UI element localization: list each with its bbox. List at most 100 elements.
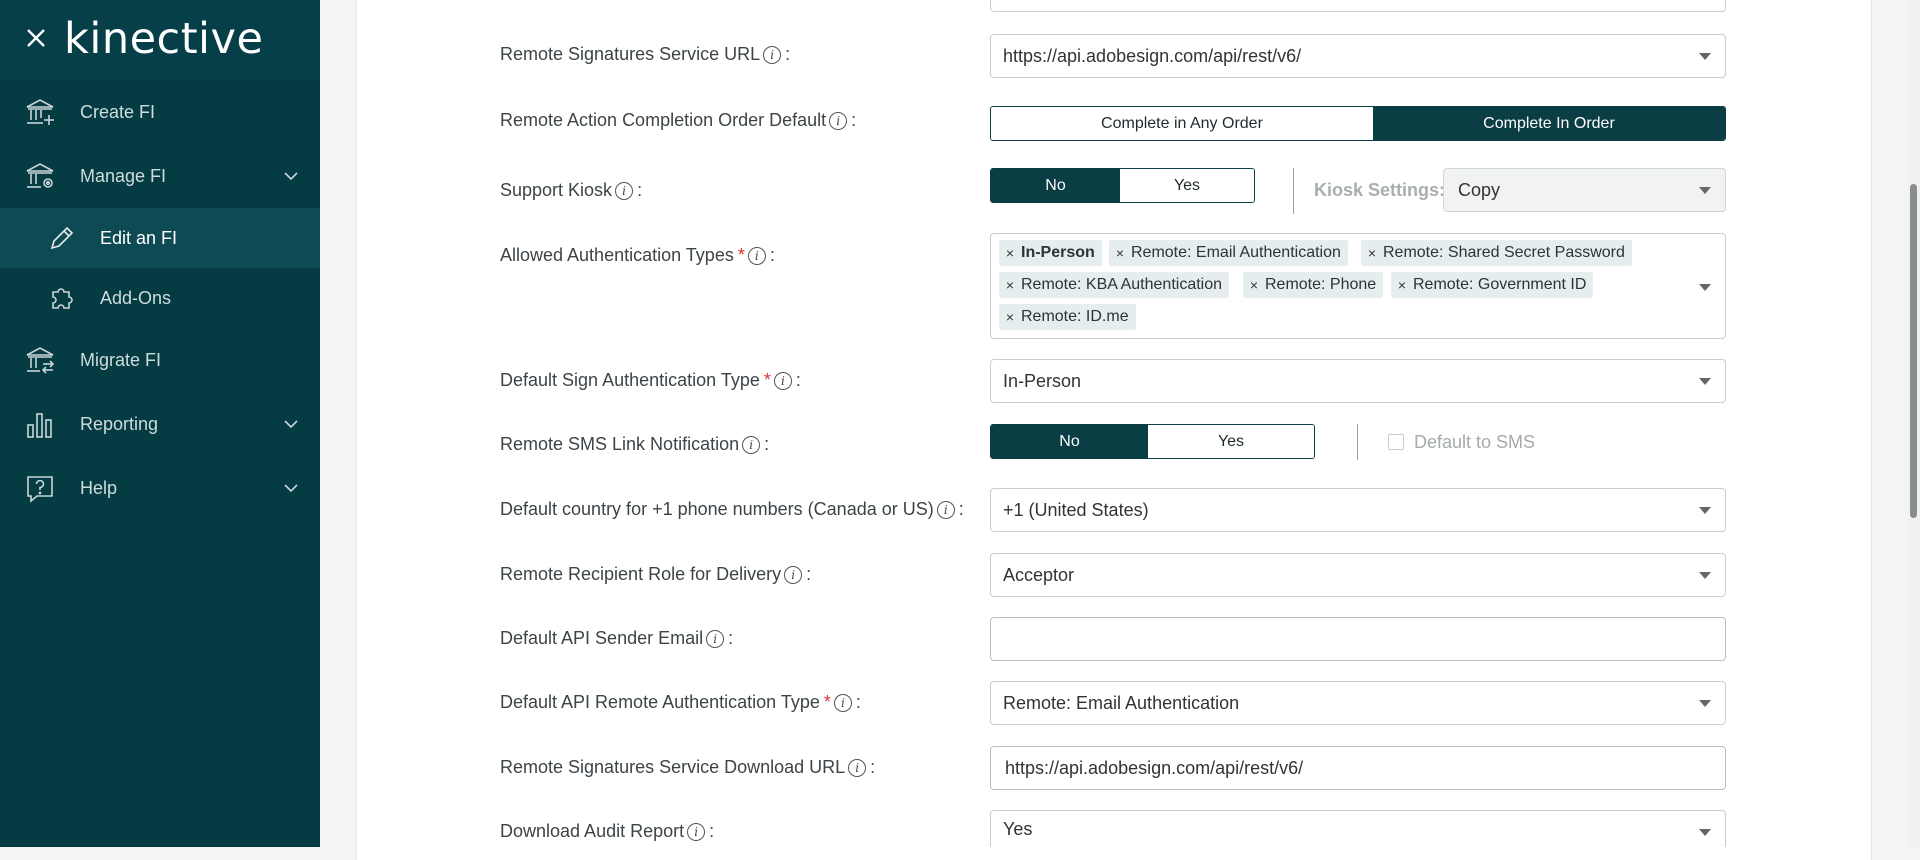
help-bubble-icon [27,476,53,503]
remove-tag-icon[interactable]: × [999,277,1021,293]
info-icon[interactable]: i [763,45,782,64]
bank-gear-icon [26,163,54,188]
sidebar: kinective Create FI Manage FI Edit an FI… [0,0,320,847]
info-icon[interactable]: i [706,629,725,648]
app-logo[interactable]: kinective [64,14,263,64]
field-label-remote-signatures-download-url: Remote Signatures Service Download URL i… [500,757,876,777]
chevron-down-icon [284,484,298,493]
default-api-remote-auth-type-select[interactable]: Remote: Email Authentication [990,681,1726,725]
pencil-icon [50,226,74,250]
field-label-default-api-remote-auth-type: Default API Remote Authentication Type *… [500,692,861,712]
sidebar-item-add-ons[interactable]: Add-Ons [0,268,320,328]
select-value: Copy [1458,179,1501,200]
info-icon[interactable]: i [742,435,761,454]
complete-in-order-option[interactable]: Complete In Order [1372,107,1725,140]
tag-label: Remote: ID.me [1021,308,1129,325]
select-value: Remote: Email Authentication [1003,692,1240,713]
default-api-sender-email-input[interactable] [990,617,1726,661]
remote-sms-yes-option[interactable]: Yes [1148,425,1314,458]
support-kiosk-toggle: No Yes [990,168,1255,203]
remove-tag-icon[interactable]: × [1391,277,1413,293]
remote-signatures-service-url-select[interactable]: https://api.adobesign.com/api/rest/v6/ [990,34,1726,78]
remove-tag-icon[interactable]: × [1243,277,1265,293]
remove-tag-icon[interactable]: × [1361,245,1383,261]
support-kiosk-no-option[interactable]: No [991,169,1121,202]
field-label-support-kiosk: Support Kiosk i: [500,180,643,200]
sidebar-item-edit-fi[interactable]: Edit an FI [0,208,320,268]
complete-any-order-option[interactable]: Complete in Any Order [991,107,1373,140]
default-to-sms-label: Default to SMS [1414,432,1536,452]
caret-down-icon [1699,284,1711,291]
completion-order-toggle: Complete in Any Order Complete In Order [990,106,1726,141]
bar-chart-icon [27,413,52,438]
info-icon[interactable]: i [747,246,766,265]
field-label-remote-action-completion-order: Remote Action Completion Order Default i… [500,110,857,130]
remote-sms-no-option[interactable]: No [991,425,1149,458]
label-text: Default country for +1 phone numbers (Ca… [500,499,934,519]
required-marker: * [763,370,771,390]
sidebar-item-label: Migrate FI [80,349,162,370]
scrollbar-thumb[interactable] [1910,184,1917,518]
tag-label: Remote: Phone [1265,276,1377,293]
remove-tag-icon[interactable]: × [999,309,1021,325]
sidebar-item-label: Manage FI [80,165,167,186]
clipped-field-above[interactable] [990,0,1726,12]
tag-chip: × In-Person [999,240,1102,266]
label-text: Default API Remote Authentication Type [500,692,820,712]
remove-tag-icon[interactable]: × [999,245,1021,261]
info-icon[interactable]: i [936,500,955,519]
info-icon[interactable]: i [848,758,867,777]
label-text: Support Kiosk [500,180,613,200]
select-value: In-Person [1003,370,1082,391]
label-text: Remote Recipient Role for Delivery [500,564,782,584]
tag-label: In-Person [1021,244,1095,261]
remote-recipient-role-select[interactable]: Acceptor [990,553,1726,597]
label-text: Allowed Authentication Types [500,245,734,265]
info-icon[interactable]: i [773,371,792,390]
sidebar-item-label: Edit an FI [100,227,178,248]
remote-signatures-download-url-input[interactable]: https://api.adobesign.com/api/rest/v6/ [990,746,1726,790]
close-icon[interactable] [22,24,50,52]
divider [1357,424,1358,460]
sidebar-item-label: Help [80,477,118,498]
sidebar-item-create-fi[interactable]: Create FI [0,82,320,142]
tag-chip: × Remote: Email Authentication [1109,240,1348,266]
chevron-down-icon [284,420,298,429]
caret-down-icon [1699,507,1711,514]
field-label-remote-sms-link-notification: Remote SMS Link Notification i: [500,434,770,454]
select-value: +1 (United States) [1003,499,1149,520]
default-sign-authentication-type-select[interactable]: In-Person [990,359,1726,403]
info-icon[interactable]: i [784,565,803,584]
sidebar-item-reporting[interactable]: Reporting [0,394,320,454]
kiosk-settings-select[interactable]: Copy [1443,168,1726,212]
field-label-remote-signatures-service-url: Remote Signatures Service URL i: [500,44,791,64]
bank-plus-icon [26,99,54,125]
default-to-sms-checkbox[interactable] [1388,434,1404,450]
remove-tag-icon[interactable]: × [1109,245,1131,261]
allowed-authentication-types-multiselect[interactable]: × In-Person × Remote: Email Authenticati… [990,233,1726,339]
tag-chip: × Remote: Shared Secret Password [1361,240,1632,266]
sidebar-item-help[interactable]: Help [0,458,320,518]
caret-down-icon [1699,700,1711,707]
field-label-allowed-authentication-types: Allowed Authentication Types * i: [500,245,775,265]
select-value: Acceptor [1003,564,1075,585]
info-icon[interactable]: i [615,181,634,200]
download-audit-report-select[interactable]: Yes [990,810,1726,847]
sidebar-item-migrate-fi[interactable]: Migrate FI [0,330,320,390]
label-text: Remote SMS Link Notification [500,434,740,454]
sidebar-item-manage-fi[interactable]: Manage FI [0,146,320,206]
info-icon[interactable]: i [833,693,852,712]
label-text: Remote Signatures Service URL [500,44,761,64]
support-kiosk-yes-option[interactable]: Yes [1120,169,1254,202]
remote-sms-toggle: No Yes [990,424,1315,459]
puzzle-icon [52,288,73,309]
default-country-select[interactable]: +1 (United States) [990,488,1726,532]
info-icon[interactable]: i [829,111,848,130]
label-text: Default API Sender Email [500,628,704,648]
tag-label: Remote: KBA Authentication [1021,276,1223,293]
info-icon[interactable]: i [687,822,706,841]
select-value: Yes [1003,818,1033,839]
tag-chip: × Remote: Phone [1243,272,1384,298]
tag-label: Remote: Email Authentication [1131,244,1341,261]
kiosk-settings-label: Kiosk Settings: [1314,180,1446,200]
